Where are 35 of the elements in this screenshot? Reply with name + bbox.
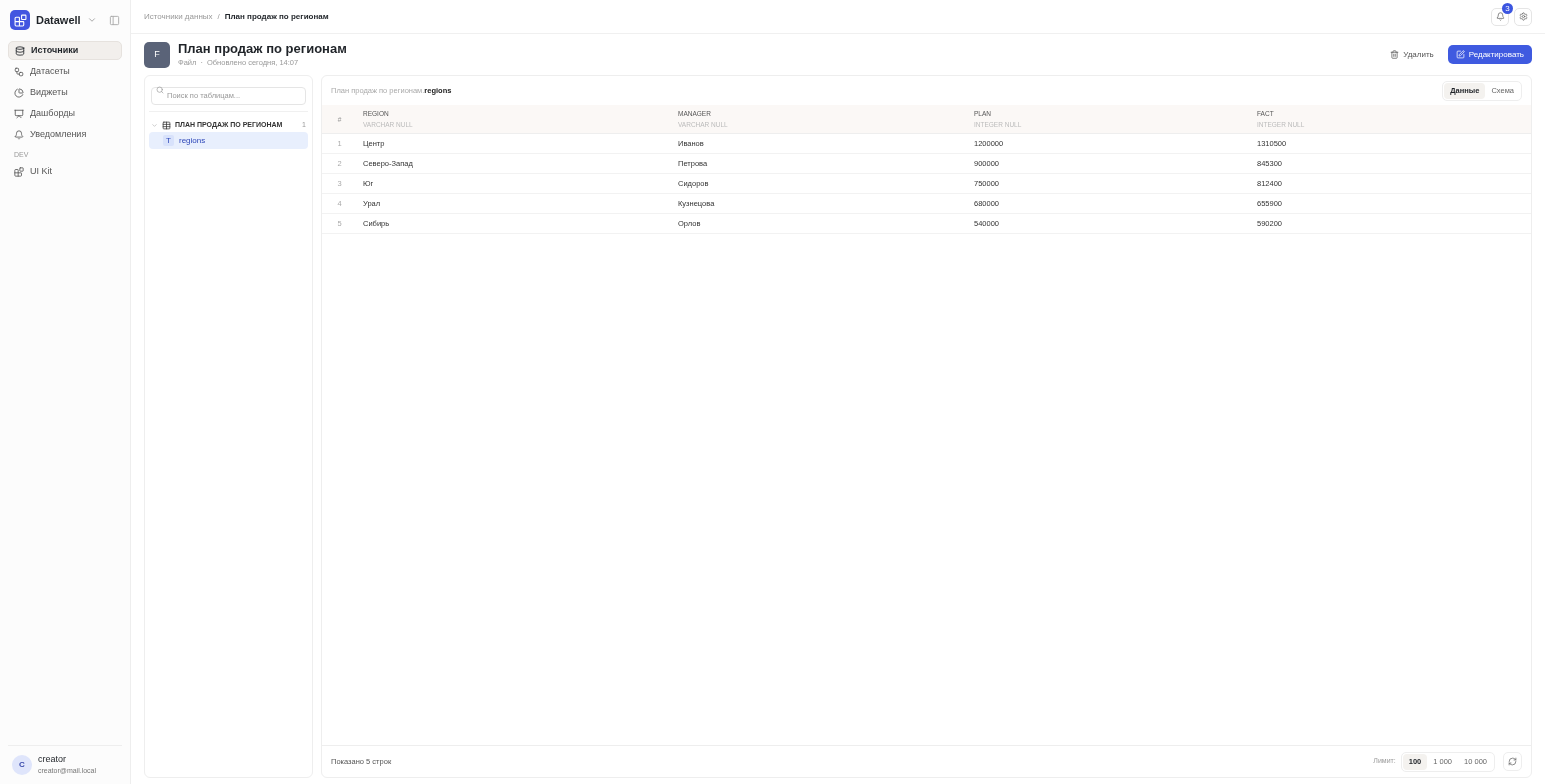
sidebar-item[interactable]: Виджеты	[8, 83, 122, 102]
page-title: План продаж по регионам	[178, 41, 347, 57]
table-type-badge: T	[163, 135, 174, 147]
edit-button[interactable]: Редактировать	[1447, 45, 1532, 65]
sidebar-item[interactable]: Уведомления	[8, 125, 122, 144]
settings-button[interactable]	[1514, 7, 1532, 26]
refresh-icon	[1508, 757, 1517, 766]
breadcrumb-separator: /	[217, 10, 220, 23]
edit-icon	[1455, 50, 1465, 60]
chevron-icon	[86, 15, 97, 25]
table-icon	[162, 120, 171, 130]
refresh-button[interactable]	[1503, 752, 1522, 771]
logo-icon	[10, 10, 30, 30]
sidebar-item[interactable]: Источники	[8, 41, 122, 60]
bell-icon	[1495, 12, 1505, 21]
sidebar-item[interactable]: UI Kit	[8, 162, 122, 181]
delete-button[interactable]: Удалить	[1384, 45, 1440, 64]
trash-icon	[1390, 50, 1400, 60]
sidebar-toggle-icon[interactable]	[109, 14, 120, 26]
tree-item[interactable]: T regions	[149, 132, 308, 150]
sidebar-item[interactable]: Дашборды	[8, 104, 122, 123]
breadcrumb-item: План продаж по регионам	[224, 10, 329, 23]
brand-name: Datawell	[36, 12, 81, 28]
source-avatar: F	[144, 41, 170, 68]
user-name: creator	[38, 754, 67, 765]
presentation-icon	[14, 108, 24, 119]
chevron-icon	[151, 121, 158, 129]
pie-chart-icon	[14, 87, 24, 98]
nodes-icon	[14, 66, 24, 77]
settings-icon	[1518, 12, 1528, 21]
search-icon	[156, 86, 164, 95]
user-avatar: C	[12, 755, 32, 775]
bell-icon	[14, 129, 24, 140]
sidebar-item[interactable]: Датасеты	[8, 62, 122, 81]
notification-badge: 3	[1502, 2, 1513, 14]
